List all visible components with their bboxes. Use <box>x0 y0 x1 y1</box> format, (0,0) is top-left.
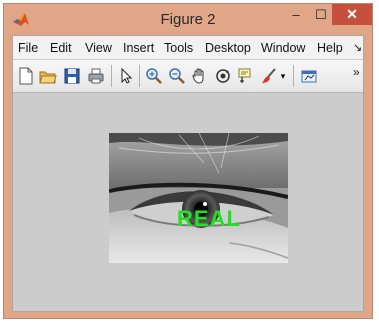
zoom-in-icon[interactable] <box>145 67 163 85</box>
menu-overflow-icon[interactable]: ↘ <box>353 41 362 54</box>
open-file-icon[interactable] <box>39 67 57 85</box>
menu-edit[interactable]: Edit <box>50 41 72 55</box>
rotate-3d-icon[interactable] <box>214 67 232 85</box>
new-figure-icon[interactable] <box>17 67 35 85</box>
toolbar-separator <box>139 65 140 87</box>
menu-insert[interactable]: Insert <box>123 41 154 55</box>
menu-view[interactable]: View <box>85 41 112 55</box>
menu-window[interactable]: Window <box>261 41 305 55</box>
save-icon[interactable] <box>63 67 81 85</box>
eye-image: REAL <box>109 133 288 263</box>
toolbar-separator <box>111 65 112 87</box>
figure-window: Figure 2 – ☐ ✕ File Edit View Insert Too… <box>3 3 373 319</box>
menu-bar: File Edit View Insert Tools Desktop Wind… <box>13 36 363 59</box>
pointer-icon[interactable] <box>117 67 135 85</box>
print-icon[interactable] <box>87 67 105 85</box>
figure-client-area: File Edit View Insert Tools Desktop Wind… <box>12 35 364 312</box>
menu-desktop[interactable]: Desktop <box>205 41 251 55</box>
brush-icon[interactable] <box>260 67 278 85</box>
toolbar-overflow-icon[interactable]: » <box>353 65 360 79</box>
link-plot-icon[interactable] <box>300 67 318 85</box>
brush-dropdown-icon[interactable]: ▾ <box>278 71 288 89</box>
close-button[interactable]: ✕ <box>332 4 372 25</box>
toolbar-separator <box>293 65 294 87</box>
minimize-button[interactable]: – <box>284 4 308 25</box>
menu-help[interactable]: Help <box>317 41 343 55</box>
classification-label: REAL <box>177 206 241 231</box>
pan-icon[interactable] <box>191 67 209 85</box>
zoom-out-icon[interactable] <box>168 67 186 85</box>
title-bar[interactable]: Figure 2 – ☐ ✕ <box>4 4 372 35</box>
data-cursor-icon[interactable] <box>237 67 255 85</box>
figure-toolbar: ▾ » <box>13 60 363 93</box>
menu-file[interactable]: File <box>18 41 38 55</box>
menu-tools[interactable]: Tools <box>164 41 193 55</box>
maximize-button[interactable]: ☐ <box>309 4 333 25</box>
